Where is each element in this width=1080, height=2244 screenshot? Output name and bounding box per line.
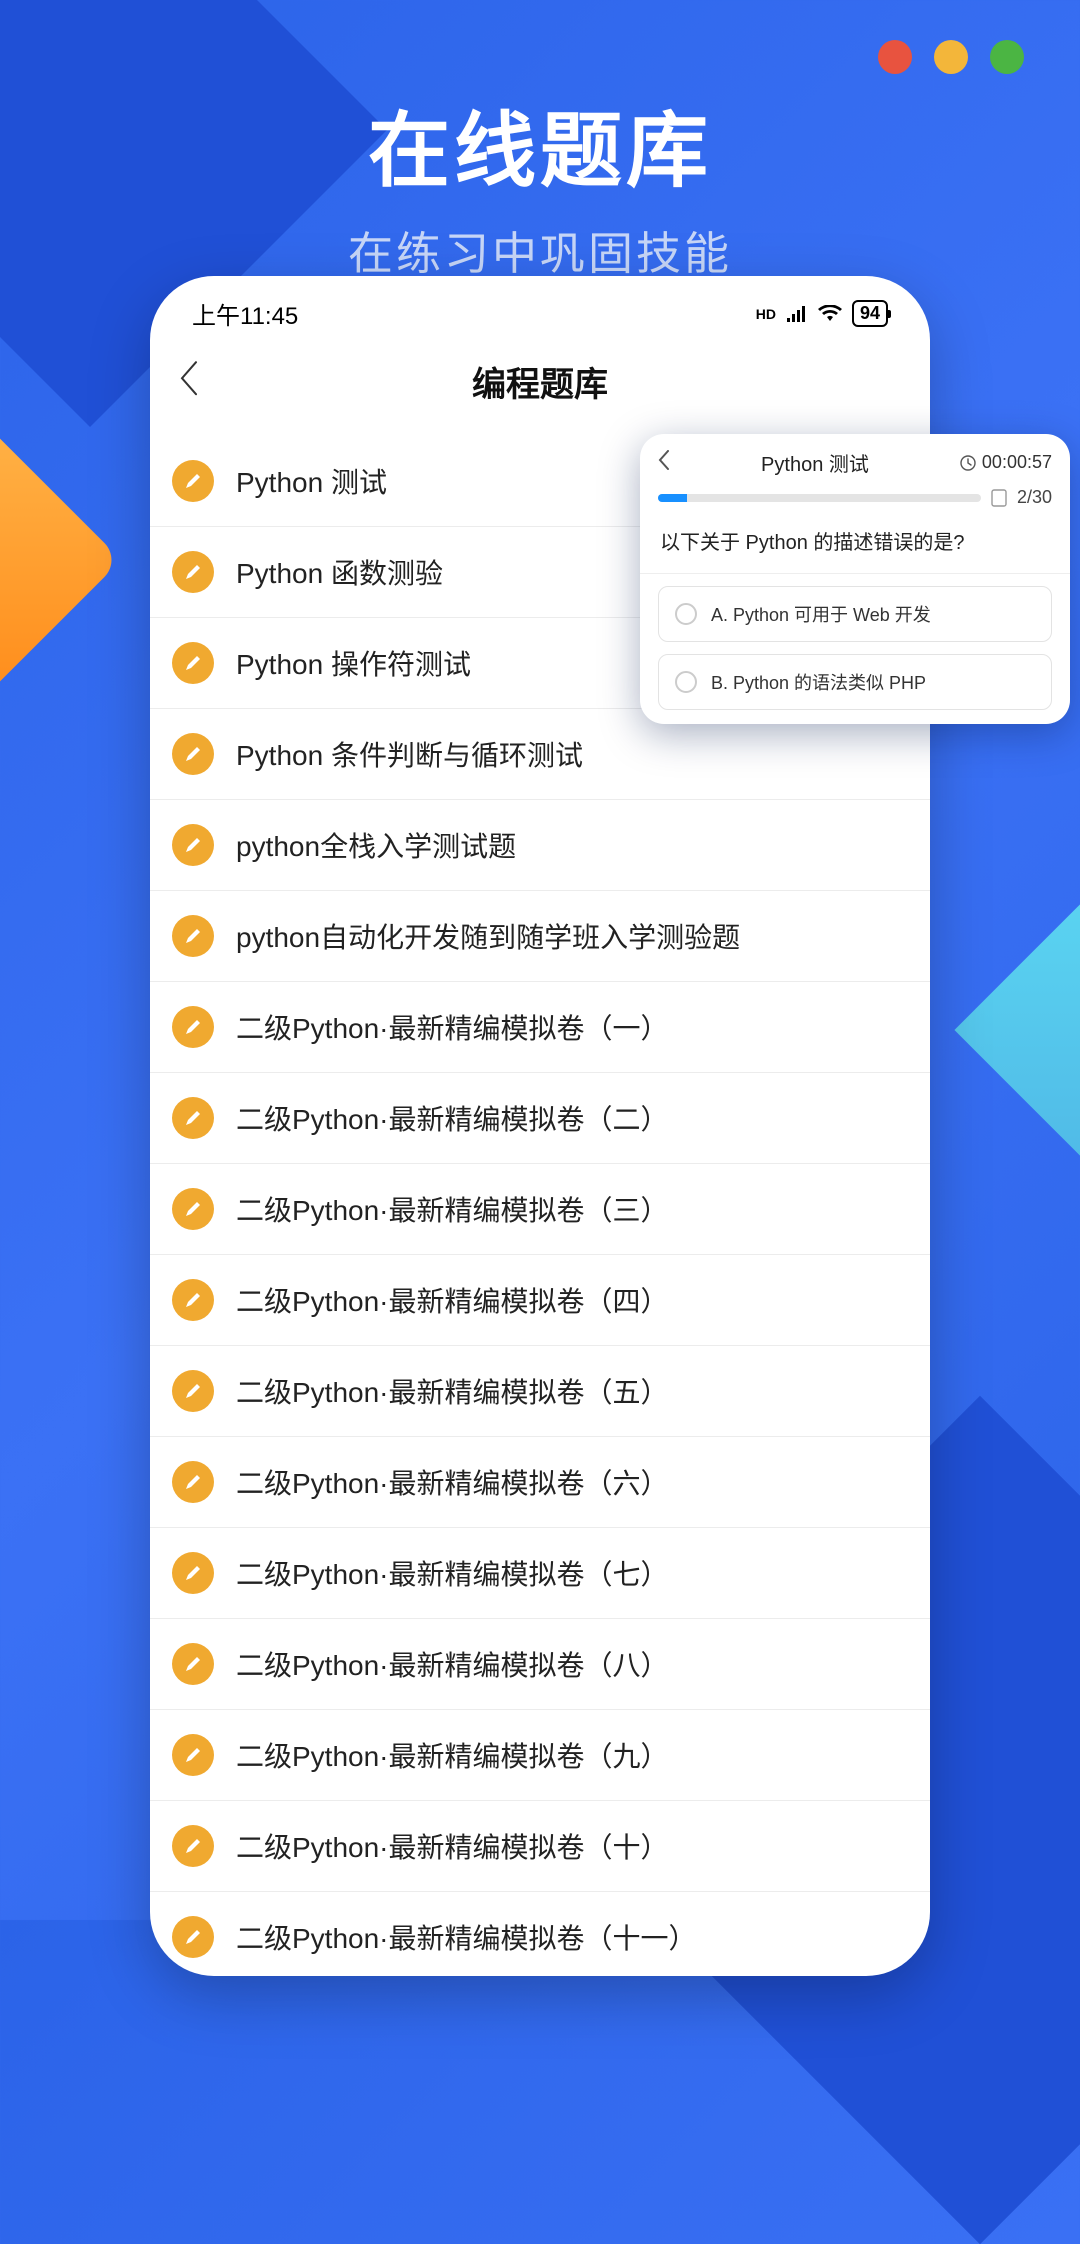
battery-icon: 94 xyxy=(852,300,888,327)
pencil-icon xyxy=(172,1916,214,1958)
window-control-dots xyxy=(878,40,1024,74)
pencil-icon xyxy=(172,551,214,593)
list-item[interactable]: 二级Python·最新精编模拟卷（七） xyxy=(150,1528,930,1619)
list-item-label: 二级Python·最新精编模拟卷（五） xyxy=(236,1371,669,1411)
list-item-label: 二级Python·最新精编模拟卷（八） xyxy=(236,1644,669,1684)
radio-icon xyxy=(675,671,697,693)
hero-section: 在线题库 在练习中巩固技能 xyxy=(0,84,1080,282)
clock-icon xyxy=(960,455,976,471)
dot-yellow-icon xyxy=(934,40,968,74)
status-right: HD 94 xyxy=(756,300,888,327)
quiz-option[interactable]: A. Python 可用于 Web 开发 xyxy=(658,586,1052,642)
list-item-label: 二级Python·最新精编模拟卷（六） xyxy=(236,1462,669,1502)
list-item[interactable]: 二级Python·最新精编模拟卷（二） xyxy=(150,1073,930,1164)
page-title: 编程题库 xyxy=(472,366,608,404)
chevron-left-icon xyxy=(178,360,200,396)
list-item-label: 二级Python·最新精编模拟卷（七） xyxy=(236,1553,669,1593)
list-item-label: 二级Python·最新精编模拟卷（三） xyxy=(236,1189,669,1229)
quiz-timer: 00:00:57 xyxy=(960,452,1052,473)
pencil-icon xyxy=(172,1279,214,1321)
pencil-icon xyxy=(172,460,214,502)
list-item[interactable]: python自动化开发随到随学班入学测验题 xyxy=(150,891,930,982)
list-item-label: 二级Python·最新精编模拟卷（十） xyxy=(236,1826,669,1866)
list-item[interactable]: 二级Python·最新精编模拟卷（十一） xyxy=(150,1892,930,1976)
quiz-option-text: B. Python 的语法类似 PHP xyxy=(711,669,926,695)
bg-decoration xyxy=(954,874,1080,1185)
list-item-label: 二级Python·最新精编模拟卷（九） xyxy=(236,1735,669,1775)
pencil-icon xyxy=(172,1825,214,1867)
signal-hd-icon: HD xyxy=(756,306,776,322)
list-item-label: python全栈入学测试题 xyxy=(236,825,516,865)
bg-decoration xyxy=(0,419,121,702)
list-item[interactable]: 二级Python·最新精编模拟卷（六） xyxy=(150,1437,930,1528)
hero-title: 在线题库 xyxy=(0,84,1080,203)
list-item[interactable]: 二级Python·最新精编模拟卷（十） xyxy=(150,1801,930,1892)
list-item-label: 二级Python·最新精编模拟卷（十一） xyxy=(236,1917,697,1957)
quiz-progress-count: 2/30 xyxy=(1017,487,1052,508)
list-item-label: Python 测试 xyxy=(236,461,387,501)
list-item[interactable]: 二级Python·最新精编模拟卷（九） xyxy=(150,1710,930,1801)
list-item[interactable]: 二级Python·最新精编模拟卷（四） xyxy=(150,1255,930,1346)
pencil-icon xyxy=(172,1370,214,1412)
bookmark-icon[interactable] xyxy=(991,489,1007,507)
pencil-icon xyxy=(172,1643,214,1685)
list-item[interactable]: 二级Python·最新精编模拟卷（三） xyxy=(150,1164,930,1255)
quiz-header: Python 测试 00:00:57 xyxy=(640,434,1070,487)
status-time: 上午11:45 xyxy=(192,296,298,331)
quiz-back-button[interactable] xyxy=(658,450,670,475)
quiz-question: 以下关于 Python 的描述错误的是? xyxy=(640,516,1070,574)
back-button[interactable] xyxy=(178,360,200,401)
list-item[interactable]: 二级Python·最新精编模拟卷（八） xyxy=(150,1619,930,1710)
pencil-icon xyxy=(172,1097,214,1139)
list-item[interactable]: 二级Python·最新精编模拟卷（五） xyxy=(150,1346,930,1437)
quiz-option-text: A. Python 可用于 Web 开发 xyxy=(711,601,931,627)
list-item-label: Python 操作符测试 xyxy=(236,643,471,683)
pencil-icon xyxy=(172,1552,214,1594)
quiz-timer-value: 00:00:57 xyxy=(982,452,1052,473)
pencil-icon xyxy=(172,1461,214,1503)
list-item-label: 二级Python·最新精编模拟卷（四） xyxy=(236,1280,669,1320)
list-item-label: Python 函数测验 xyxy=(236,552,443,592)
pencil-icon xyxy=(172,733,214,775)
nav-header: 编程题库 xyxy=(150,331,930,436)
signal-icon xyxy=(786,305,808,323)
list-item[interactable]: python全栈入学测试题 xyxy=(150,800,930,891)
pencil-icon xyxy=(172,915,214,957)
status-bar: 上午11:45 HD 94 xyxy=(150,276,930,331)
quiz-popup-card: Python 测试 00:00:57 2/30 以下关于 Python 的描述错… xyxy=(640,434,1070,724)
pencil-icon xyxy=(172,1734,214,1776)
wifi-icon xyxy=(818,305,842,323)
quiz-option[interactable]: B. Python 的语法类似 PHP xyxy=(658,654,1052,710)
pencil-icon xyxy=(172,1188,214,1230)
list-item[interactable]: 二级Python·最新精编模拟卷（一） xyxy=(150,982,930,1073)
chevron-left-icon xyxy=(658,450,670,470)
hero-subtitle: 在练习中巩固技能 xyxy=(0,217,1080,282)
list-item-label: 二级Python·最新精编模拟卷（一） xyxy=(236,1007,669,1047)
list-item-label: Python 条件判断与循环测试 xyxy=(236,734,583,774)
pencil-icon xyxy=(172,642,214,684)
quiz-progress-fill xyxy=(658,494,687,502)
quiz-title: Python 测试 xyxy=(761,448,869,477)
radio-icon xyxy=(675,603,697,625)
quiz-progress-bar xyxy=(658,494,981,502)
list-item-label: 二级Python·最新精编模拟卷（二） xyxy=(236,1098,669,1138)
dot-red-icon xyxy=(878,40,912,74)
list-item-label: python自动化开发随到随学班入学测验题 xyxy=(236,916,740,956)
pencil-icon xyxy=(172,1006,214,1048)
dot-green-icon xyxy=(990,40,1024,74)
quiz-progress-row: 2/30 xyxy=(640,487,1070,516)
pencil-icon xyxy=(172,824,214,866)
